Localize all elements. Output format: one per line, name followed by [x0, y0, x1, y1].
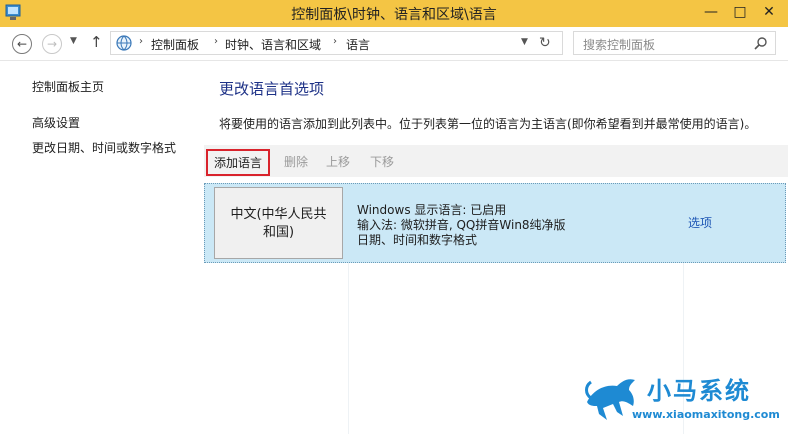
arrow-right-icon: →: [46, 37, 58, 51]
address-field[interactable]: › 控制面板 › 时钟、语言和区域 › 语言 ▼ ↻: [110, 31, 563, 55]
language-tile: 中文(中华人民共 和国): [214, 187, 343, 259]
breadcrumb-separator-icon: ›: [214, 36, 218, 47]
globe-icon: [116, 35, 132, 51]
watermark-brand: 小马系统: [647, 377, 751, 405]
language-name-line2: 和国): [262, 225, 295, 240]
sidebar-item-advanced-settings[interactable]: 高级设置: [32, 114, 80, 131]
search-input[interactable]: 搜索控制面板: [573, 31, 776, 55]
address-bar-row: ← → ▼ ↑ › 控制面板 › 时钟、语言和区域 › 语言 ▼ ↻ 搜索控制面…: [0, 27, 788, 61]
sidebar-item-change-date-time-format[interactable]: 更改日期、时间或数字格式: [32, 139, 176, 156]
close-button[interactable]: ✕: [758, 2, 780, 22]
remove-button[interactable]: 删除: [284, 153, 308, 170]
chevron-down-icon[interactable]: ▼: [521, 37, 528, 47]
breadcrumb-separator-icon: ›: [333, 36, 337, 47]
language-name-line1: 中文(中华人民共: [230, 207, 327, 222]
minimize-button[interactable]: —: [700, 2, 722, 22]
chevron-down-icon: ▼: [70, 36, 77, 46]
up-button[interactable]: ↑: [90, 33, 103, 51]
maximize-button[interactable]: □: [729, 2, 751, 22]
arrow-up-icon: ↑: [90, 33, 103, 51]
column-divider: [348, 263, 349, 434]
recent-pages-dropdown[interactable]: ▼: [70, 36, 77, 46]
move-up-button[interactable]: 上移: [326, 153, 350, 170]
breadcrumb-clock-language-region[interactable]: 时钟、语言和区域: [225, 36, 321, 53]
breadcrumb-language[interactable]: 语言: [346, 36, 370, 53]
language-list-item[interactable]: 中文(中华人民共 和国) Windows 显示语言: 已启用 输入法: 微软拼音…: [204, 183, 786, 263]
forward-button[interactable]: →: [42, 34, 62, 54]
refresh-icon[interactable]: ↻: [539, 35, 551, 51]
language-name: 中文(中华人民共 和国): [215, 206, 342, 242]
language-toolbar: 添加语言 删除 上移 下移: [204, 145, 788, 177]
sidebar-item-control-panel-home[interactable]: 控制面板主页: [32, 78, 104, 95]
add-language-button[interactable]: 添加语言: [206, 149, 271, 176]
date-time-format: 日期、时间和数字格式: [357, 233, 478, 247]
page-title: 更改语言首选项: [219, 80, 325, 98]
watermark-url: www.xiaomaxitong.com: [632, 408, 780, 421]
window-title: 控制面板\时钟、语言和区域\语言: [291, 7, 497, 23]
options-link[interactable]: 选项: [688, 214, 712, 231]
move-down-button[interactable]: 下移: [370, 153, 394, 170]
title-bar: 控制面板\时钟、语言和区域\语言 — □ ✕: [0, 0, 788, 27]
search-placeholder: 搜索控制面板: [583, 38, 656, 52]
arrow-left-icon: ←: [16, 37, 28, 51]
breadcrumb-control-panel[interactable]: 控制面板: [151, 36, 199, 53]
breadcrumb-separator-icon: ›: [139, 36, 143, 47]
search-icon: [754, 37, 767, 50]
page-description: 将要使用的语言添加到此列表中。位于列表第一位的语言为主语言(即你希望看到并最常使…: [219, 117, 757, 131]
back-button[interactable]: ←: [12, 34, 32, 54]
